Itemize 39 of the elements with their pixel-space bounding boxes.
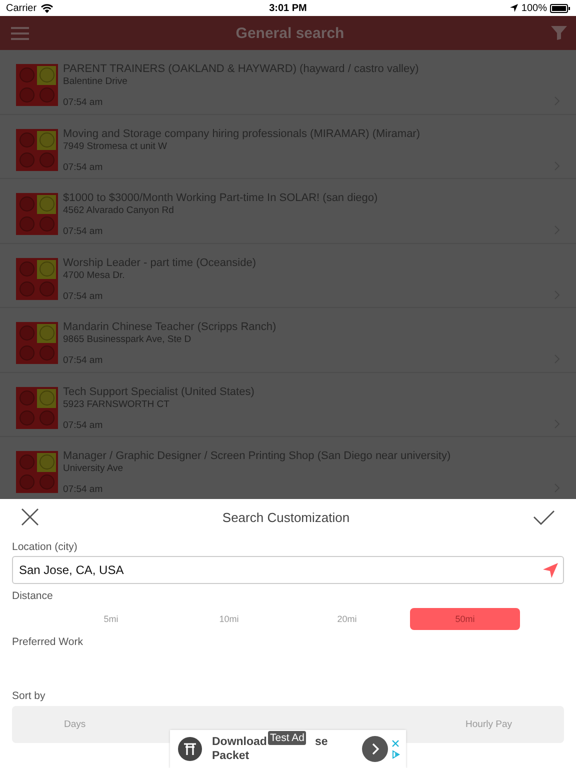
field-label: Location (city) <box>12 541 78 553</box>
ad-text: Download <box>212 735 267 749</box>
sort-option[interactable]: Hourly Pay <box>466 719 512 730</box>
brick-icon <box>16 193 58 235</box>
distance-option[interactable]: 20mi <box>292 608 402 630</box>
distance-option[interactable]: 10mi <box>174 608 284 630</box>
field-label: Sort by <box>12 690 46 702</box>
distance-option[interactable]: 5mi <box>56 608 166 630</box>
menu-icon[interactable] <box>11 26 29 40</box>
brick-icon <box>16 386 58 428</box>
ad-choices-icon[interactable] <box>392 750 400 758</box>
filter-icon[interactable] <box>551 26 567 40</box>
location-arrow-icon[interactable] <box>543 562 558 578</box>
sort-option[interactable]: Days <box>64 719 86 730</box>
location-field[interactable]: San Jose, CA, USA <box>12 556 564 584</box>
field-label: Distance <box>12 590 54 602</box>
ad-text: se <box>314 735 328 749</box>
gate-icon <box>178 737 202 761</box>
brick-icon <box>16 322 58 364</box>
wifi-icon <box>40 4 53 12</box>
brick-icon <box>16 128 58 170</box>
close-icon[interactable] <box>21 508 39 526</box>
sheet-title: Search Customization <box>222 510 350 524</box>
battery-icon <box>550 4 570 12</box>
ad-text: Packet <box>212 749 250 763</box>
test-ad-badge: Test Ad <box>268 731 306 745</box>
screen-title: General search <box>236 24 344 42</box>
brick-icon <box>16 451 58 493</box>
brick-icon <box>16 258 58 300</box>
arrow-button-icon[interactable] <box>362 736 388 762</box>
carrier-name: Carrier <box>6 2 37 14</box>
field-label: Preferred Work <box>12 636 84 648</box>
ad-banner[interactable]: Download se Packet Test Ad <box>170 730 406 768</box>
battery-percent: 100% <box>521 2 547 14</box>
checkmark-icon[interactable] <box>532 510 555 524</box>
location-arrow-icon <box>510 4 518 12</box>
status-time: 3:01 PM <box>269 2 307 14</box>
distance-option[interactable]: 50mi <box>410 608 520 630</box>
brick-icon <box>16 64 58 106</box>
